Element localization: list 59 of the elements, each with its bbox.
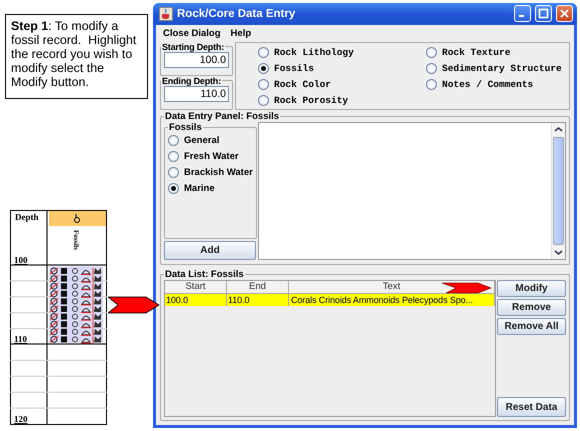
action-button[interactable]: Modify — [497, 280, 566, 297]
data-type-radio[interactable]: Fossils — [258, 60, 426, 77]
close-button[interactable] — [556, 5, 573, 22]
depth-label: 100 — [14, 255, 28, 265]
scroll-thumb[interactable] — [553, 136, 564, 245]
data-type-radio[interactable]: Rock Texture — [426, 44, 569, 61]
menu-item[interactable]: Close Dialog — [158, 28, 226, 39]
minimize-button[interactable] — [514, 5, 531, 22]
radio-circle[interactable] — [426, 47, 437, 58]
window-title: Rock/Core Data Entry — [177, 8, 296, 20]
radio-circle[interactable] — [168, 167, 179, 178]
action-button[interactable]: Remove — [497, 299, 566, 316]
menu-item[interactable]: Help — [226, 28, 256, 39]
data-type-radio[interactable]: Rock Porosity — [258, 92, 426, 109]
fossil-type-radio[interactable]: Brackish Water — [168, 164, 253, 181]
radio-circle[interactable] — [426, 79, 437, 90]
radio-circle[interactable] — [168, 151, 179, 162]
group-title: Fossils — [168, 122, 203, 133]
column-header-background — [49, 211, 106, 226]
depth-label: 110 — [14, 334, 28, 344]
data-type-radio[interactable]: Sedimentary Structure — [426, 60, 569, 77]
field-label: Starting Depth: — [161, 42, 225, 52]
radio-circle[interactable] — [168, 183, 179, 194]
panel-title: Data Entry Panel: Fossils — [164, 110, 280, 122]
depth-header: Depth — [15, 212, 39, 222]
data-type-radio[interactable]: Notes / Comments — [426, 76, 569, 93]
depth-input[interactable]: 100.0 — [164, 52, 229, 68]
data-type-radio[interactable]: Rock Lithology — [258, 44, 426, 61]
data-type-radio[interactable]: Rock Color — [258, 76, 426, 93]
fossil-type-radio[interactable]: Marine — [168, 180, 253, 197]
column-header[interactable]: Text — [382, 281, 400, 292]
reset-button[interactable]: Reset Data — [497, 397, 566, 417]
scroll-down-icon[interactable] — [554, 248, 563, 256]
depth-label: 120 — [14, 414, 28, 424]
radio-circle[interactable] — [258, 63, 269, 74]
scroll-up-icon[interactable] — [554, 126, 563, 133]
add-button[interactable]: Add — [164, 240, 256, 260]
maximize-button[interactable] — [535, 5, 552, 22]
close-icon[interactable] — [559, 8, 570, 20]
action-button[interactable]: Remove All — [497, 318, 566, 335]
panel-title: Data List: Fossils — [164, 269, 245, 280]
scrollbar[interactable] — [551, 122, 565, 259]
radio-circle[interactable] — [168, 135, 179, 146]
fossil-type-radio[interactable]: General — [168, 132, 253, 149]
radio-circle[interactable] — [258, 79, 269, 90]
fossil-type-radio[interactable]: Fresh Water — [168, 148, 253, 165]
radio-circle[interactable] — [426, 63, 437, 74]
cup-icon — [159, 6, 173, 21]
instruction-callout: Step 1: To modify a fossil record. Highlight the record you wish to modify select the Modify button. — [5, 14, 148, 99]
table-row[interactable]: 100.0 110.0 Corals Crinoids Ammonoids Pelecypods Spo... — [165, 294, 495, 306]
radio-circle[interactable] — [258, 47, 269, 58]
shell-icon — [74, 214, 80, 223]
depth-input[interactable]: 110.0 — [164, 86, 229, 102]
table-cell: 110.0 — [227, 294, 289, 306]
pointer-arrow — [442, 282, 492, 294]
table-cell: 100.0 — [165, 294, 227, 306]
field-label: Ending Depth: — [161, 76, 222, 86]
maximize-icon[interactable] — [538, 8, 549, 20]
radio-circle[interactable] — [258, 95, 269, 106]
